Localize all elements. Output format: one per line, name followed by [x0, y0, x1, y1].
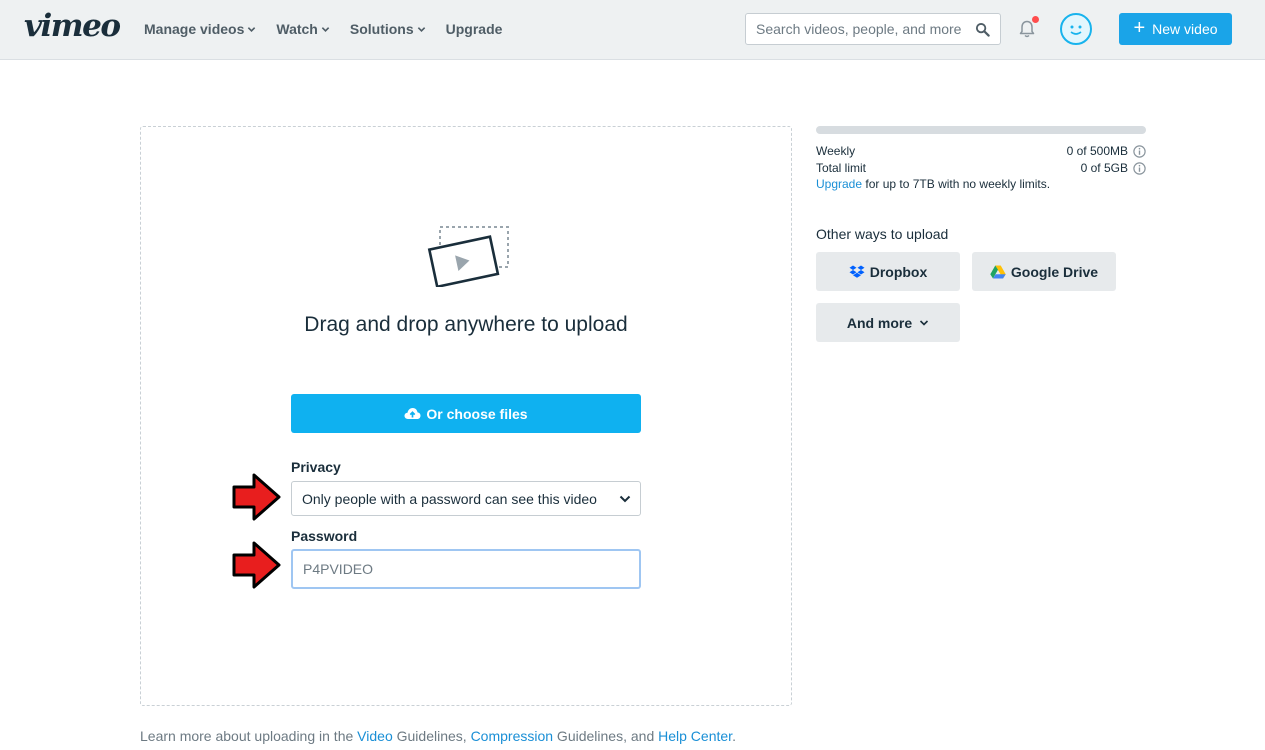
and-more-label: And more: [846, 314, 913, 331]
nav-solutions[interactable]: Solutions: [350, 20, 426, 38]
nav-solutions-label: Solutions: [349, 21, 414, 37]
google-drive-label: Google Drive: [1010, 263, 1099, 280]
search-box: [745, 13, 1001, 45]
weekly-value: 0 of 500MB: [1066, 144, 1128, 158]
help-text-prefix: Learn more about uploading in the: [140, 728, 358, 744]
total-quota-row: Total limit 0 of 5GB: [816, 161, 1146, 175]
video-guidelines-link[interactable]: Video: [357, 728, 393, 744]
plus-icon: +: [1133, 17, 1146, 39]
help-center-link[interactable]: Help Center: [658, 728, 732, 744]
and-more-button[interactable]: And more: [816, 303, 960, 342]
choose-files-button[interactable]: Or choose files: [291, 394, 641, 433]
upgrade-note: Upgrade for up to 7TB with no weekly lim…: [816, 177, 1050, 191]
chevron-down-icon: [920, 319, 929, 326]
password-field[interactable]: [291, 549, 641, 589]
drop-title: Drag and drop anywhere to upload: [304, 313, 628, 336]
upgrade-note-text: for up to 7TB with no weekly limits.: [862, 177, 1051, 191]
nav-watch-label: Watch: [276, 21, 318, 37]
total-label: Total limit: [816, 161, 867, 175]
chevron-down-icon: [619, 495, 631, 503]
nav-manage-videos[interactable]: Manage videos: [144, 20, 256, 38]
avatar-icon: [1070, 25, 1082, 35]
weekly-label: Weekly: [816, 144, 856, 158]
chevron-down-icon: [417, 26, 425, 32]
chevron-down-icon: [321, 26, 330, 32]
nav-manage-videos-label: Manage videos: [144, 21, 245, 37]
privacy-select[interactable]: Only people with a password can see this…: [291, 481, 641, 516]
weekly-quota-row: Weekly 0 of 500MB: [816, 144, 1146, 158]
help-text-suffix: .: [732, 728, 736, 744]
privacy-label: Privacy: [291, 459, 341, 475]
google-drive-icon: [990, 265, 1006, 278]
cloud-upload-icon: [404, 408, 421, 419]
upgrade-link[interactable]: Upgrade: [816, 177, 862, 191]
video-file-icon: [427, 226, 509, 287]
search-icon[interactable]: [975, 22, 990, 37]
avatar[interactable]: [1060, 13, 1092, 45]
nav-watch[interactable]: Watch: [276, 20, 330, 38]
nav-upgrade[interactable]: Upgrade: [446, 20, 503, 38]
storage-quota-bar: [816, 126, 1146, 134]
info-icon[interactable]: [1133, 144, 1146, 158]
red-arrow-annotation-icon: [232, 541, 281, 589]
top-navbar: vimeo Manage videos Watch Solutions Upgr…: [0, 0, 1265, 60]
help-text-part: Guidelines, and: [553, 728, 659, 744]
other-ways-title: Other ways to upload: [816, 226, 949, 242]
dropbox-button[interactable]: Dropbox: [816, 252, 960, 291]
search-input[interactable]: [756, 21, 972, 37]
info-icon[interactable]: [1133, 161, 1146, 175]
privacy-select-value: Only people with a password can see this…: [302, 490, 597, 507]
upload-help-text: Learn more about uploading in the Video …: [140, 728, 736, 744]
new-video-label: New video: [1152, 21, 1218, 37]
password-label: Password: [291, 528, 358, 544]
choose-files-label: Or choose files: [426, 405, 528, 422]
dropbox-icon: [849, 265, 865, 278]
google-drive-button[interactable]: Google Drive: [972, 252, 1116, 291]
help-text-part: Guidelines,: [392, 728, 471, 744]
total-value: 0 of 5GB: [1080, 161, 1128, 175]
main-nav: Manage videos Watch Solutions Upgrade: [144, 20, 522, 38]
dropbox-label: Dropbox: [869, 263, 928, 280]
upload-dropzone[interactable]: Drag and drop anywhere to upload Or choo…: [140, 126, 792, 706]
compression-guidelines-link[interactable]: Compression: [471, 728, 553, 744]
chevron-down-icon: [248, 26, 256, 32]
new-video-button[interactable]: + New video: [1119, 13, 1232, 45]
nav-upgrade-label: Upgrade: [445, 21, 503, 37]
notification-dot: [1032, 16, 1039, 23]
red-arrow-annotation-icon: [232, 473, 281, 521]
vimeo-logo[interactable]: vimeo: [24, 8, 121, 44]
